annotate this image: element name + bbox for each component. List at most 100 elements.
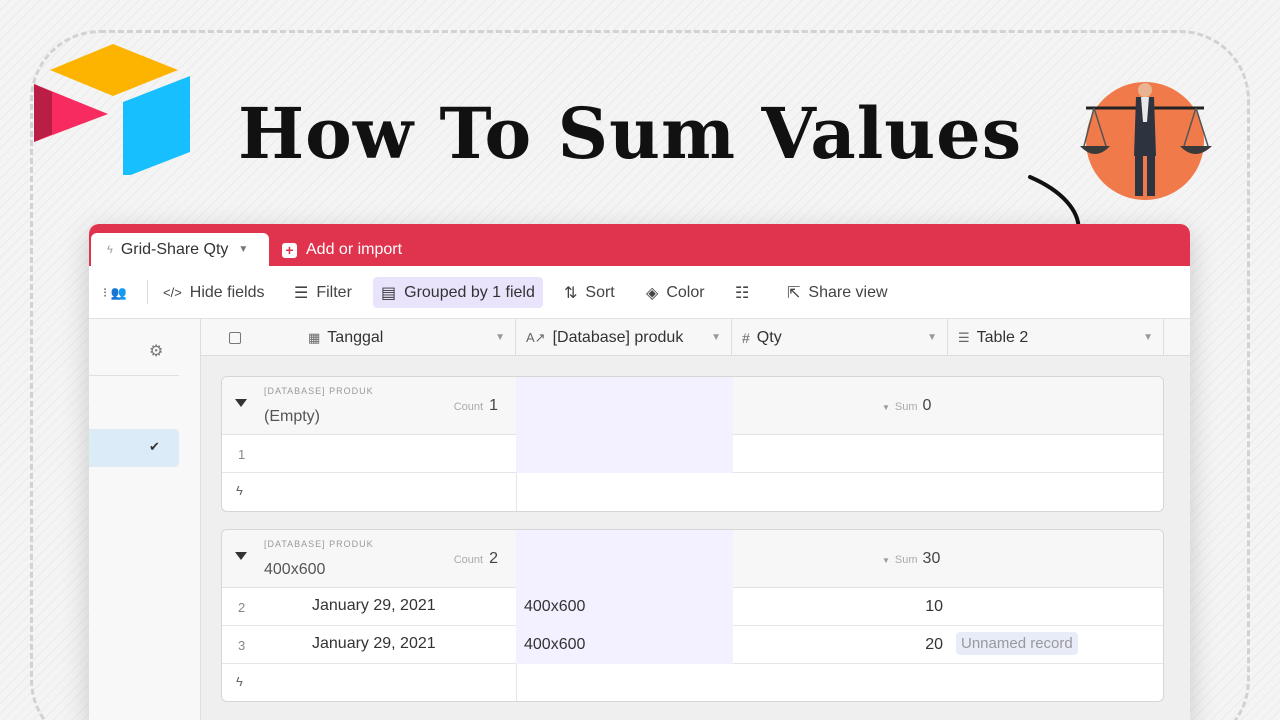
column-header-table2[interactable]: ☰ Table 2 ▼ — [948, 319, 1164, 356]
group-value: (Empty) — [264, 408, 320, 425]
tab-bar: ϟ Grid-Share Qty ▼ + Add or import — [89, 224, 1190, 266]
sum-label: Sum — [894, 401, 918, 413]
add-record-row[interactable]: ϟ — [222, 473, 1163, 509]
share-view-button[interactable]: ⇱ Share view — [779, 277, 896, 308]
group-header[interactable]: [DATABASE] PRODUK 400x600 Count 2 ▼ Sum … — [222, 530, 1163, 588]
plus-icon: + — [282, 242, 297, 258]
column-header-produk[interactable]: A↗ [Database] produk ▼ — [516, 319, 732, 356]
sidebar-divider — [89, 375, 179, 376]
share-view-label: Share view — [808, 283, 888, 301]
paint-bucket-icon: ◈ — [646, 284, 659, 302]
column-label: Qty — [756, 328, 782, 346]
share-icon: ⇱ — [787, 284, 801, 302]
column-header-qty[interactable]: # Qty ▼ — [732, 319, 948, 356]
bolt-icon: ϟ — [107, 243, 113, 256]
tab-grid-share-qty[interactable]: ϟ Grid-Share Qty ▼ — [91, 233, 269, 266]
tab-label: Grid-Share Qty — [120, 240, 229, 258]
color-label: Color — [666, 283, 705, 301]
eye-slash-icon: </> — [163, 285, 182, 300]
produk-cell[interactable]: 400x600 — [516, 626, 733, 664]
tanggal-cell[interactable]: January 29, 2021 — [312, 597, 436, 615]
chevron-down-icon[interactable]: ▼ — [495, 332, 505, 343]
tanggal-cell[interactable]: January 29, 2021 — [312, 635, 436, 653]
row-number: 2 — [238, 600, 246, 615]
group-sum[interactable]: ▼ Sum 0 — [882, 397, 931, 415]
chevron-down-icon[interactable]: ▼ — [927, 332, 937, 343]
collaborators-icon: ⁝ 👥 — [103, 284, 127, 300]
count-value: 2 — [489, 550, 498, 567]
sum-value: 30 — [922, 550, 941, 567]
number-icon: # — [742, 329, 750, 346]
group-count: Count 1 — [454, 397, 498, 415]
collaborators-button[interactable]: ⁝ 👥 — [95, 277, 135, 308]
sidebar-active-view[interactable]: ✔ — [89, 429, 179, 467]
collapse-triangle-icon[interactable] — [235, 552, 247, 560]
row-height-icon: ☷ — [735, 284, 750, 302]
grid-area: ▦ Tanggal ▼ A↗ [Database] produk ▼ # Qty… — [201, 319, 1190, 720]
group-field-name: [DATABASE] PRODUK — [264, 539, 374, 549]
group-header-produk-cell — [516, 530, 733, 588]
chevron-down-icon[interactable]: ▼ — [1143, 332, 1153, 343]
count-label: Count — [453, 401, 484, 413]
column-header-tanggal[interactable]: ▦ Tanggal ▼ — [294, 319, 516, 356]
hide-fields-label: Hide fields — [189, 283, 265, 301]
group-icon: ▤ — [381, 284, 397, 302]
justice-scale-icon — [1080, 82, 1212, 200]
add-or-import-label: Add or import — [306, 241, 403, 258]
filter-label: Filter — [316, 283, 352, 301]
group-header-produk-cell — [516, 377, 733, 435]
headline: How To Sum Values — [238, 92, 1023, 175]
qty-cell[interactable]: 20 — [733, 636, 943, 654]
count-label: Count — [453, 554, 484, 566]
group-value: 400x600 — [264, 561, 326, 578]
airtable-logo — [34, 44, 190, 175]
column-label: Tanggal — [327, 328, 384, 346]
sum-label: Sum — [894, 554, 918, 566]
hide-fields-button[interactable]: </> Hide fields — [155, 277, 273, 308]
chevron-down-icon: ▼ — [882, 403, 890, 412]
group-header[interactable]: [DATABASE] PRODUK (Empty) Count 1 ▼ Sum … — [222, 377, 1163, 435]
linked-record-chip[interactable]: Unnamed record — [956, 632, 1078, 655]
add-or-import-button[interactable]: + Add or import — [282, 236, 402, 264]
collapse-triangle-icon[interactable] — [235, 399, 247, 407]
record-group: [DATABASE] PRODUK (Empty) Count 1 ▼ Sum … — [221, 376, 1164, 512]
produk-cell[interactable] — [516, 435, 733, 473]
sort-label: Sort — [585, 283, 615, 301]
row-height-button[interactable]: ☷ — [727, 277, 757, 308]
airtable-window: ϟ Grid-Share Qty ▼ + Add or import ⁝ 👥 <… — [89, 224, 1190, 720]
group-sum[interactable]: ▼ Sum 30 — [882, 550, 940, 568]
sort-button[interactable]: ⇅ Sort — [556, 277, 623, 308]
group-field-name: [DATABASE] PRODUK — [264, 386, 374, 396]
chevron-down-icon[interactable]: ▼ — [238, 244, 248, 255]
chevron-down-icon: ▼ — [882, 556, 890, 565]
view-toolbar: ⁝ 👥 </> Hide fields ☰ Filter ▤ Grouped b… — [89, 266, 1190, 319]
record-group: [DATABASE] PRODUK 400x600 Count 2 ▼ Sum … — [221, 529, 1164, 702]
table-row[interactable]: 1 — [222, 435, 1163, 473]
row-number: 1 — [238, 447, 246, 462]
calendar-icon: ▦ — [308, 329, 321, 345]
chevron-down-icon[interactable]: ▼ — [711, 332, 721, 343]
select-all-checkbox[interactable] — [201, 319, 294, 356]
group-button[interactable]: ▤ Grouped by 1 field — [373, 277, 543, 308]
count-value: 1 — [489, 397, 498, 414]
view-sidebar: ⚙ ✔ — [89, 319, 201, 720]
filter-icon: ☰ — [294, 284, 309, 302]
add-record-row[interactable]: ϟ — [222, 664, 1163, 700]
sort-icon: ⇅ — [564, 284, 578, 302]
table-row[interactable]: 3 January 29, 2021 400x600 20 Unnamed re… — [222, 626, 1163, 664]
linked-record-icon: ☰ — [958, 329, 970, 345]
gear-icon[interactable]: ⚙ — [149, 341, 163, 361]
sum-value: 0 — [922, 397, 932, 414]
row-number: 3 — [238, 638, 246, 653]
bolt-icon: ϟ — [236, 674, 243, 689]
color-button[interactable]: ◈ Color — [638, 277, 713, 308]
group-count: Count 2 — [454, 550, 498, 568]
filter-button[interactable]: ☰ Filter — [286, 277, 360, 308]
table-row[interactable]: 2 January 29, 2021 400x600 10 — [222, 588, 1163, 626]
column-label: Table 2 — [976, 328, 1029, 346]
qty-cell[interactable]: 10 — [733, 598, 943, 616]
toolbar-divider — [147, 280, 148, 304]
checkbox — [229, 331, 241, 344]
produk-cell[interactable]: 400x600 — [516, 588, 733, 626]
check-icon: ✔ — [149, 439, 160, 454]
